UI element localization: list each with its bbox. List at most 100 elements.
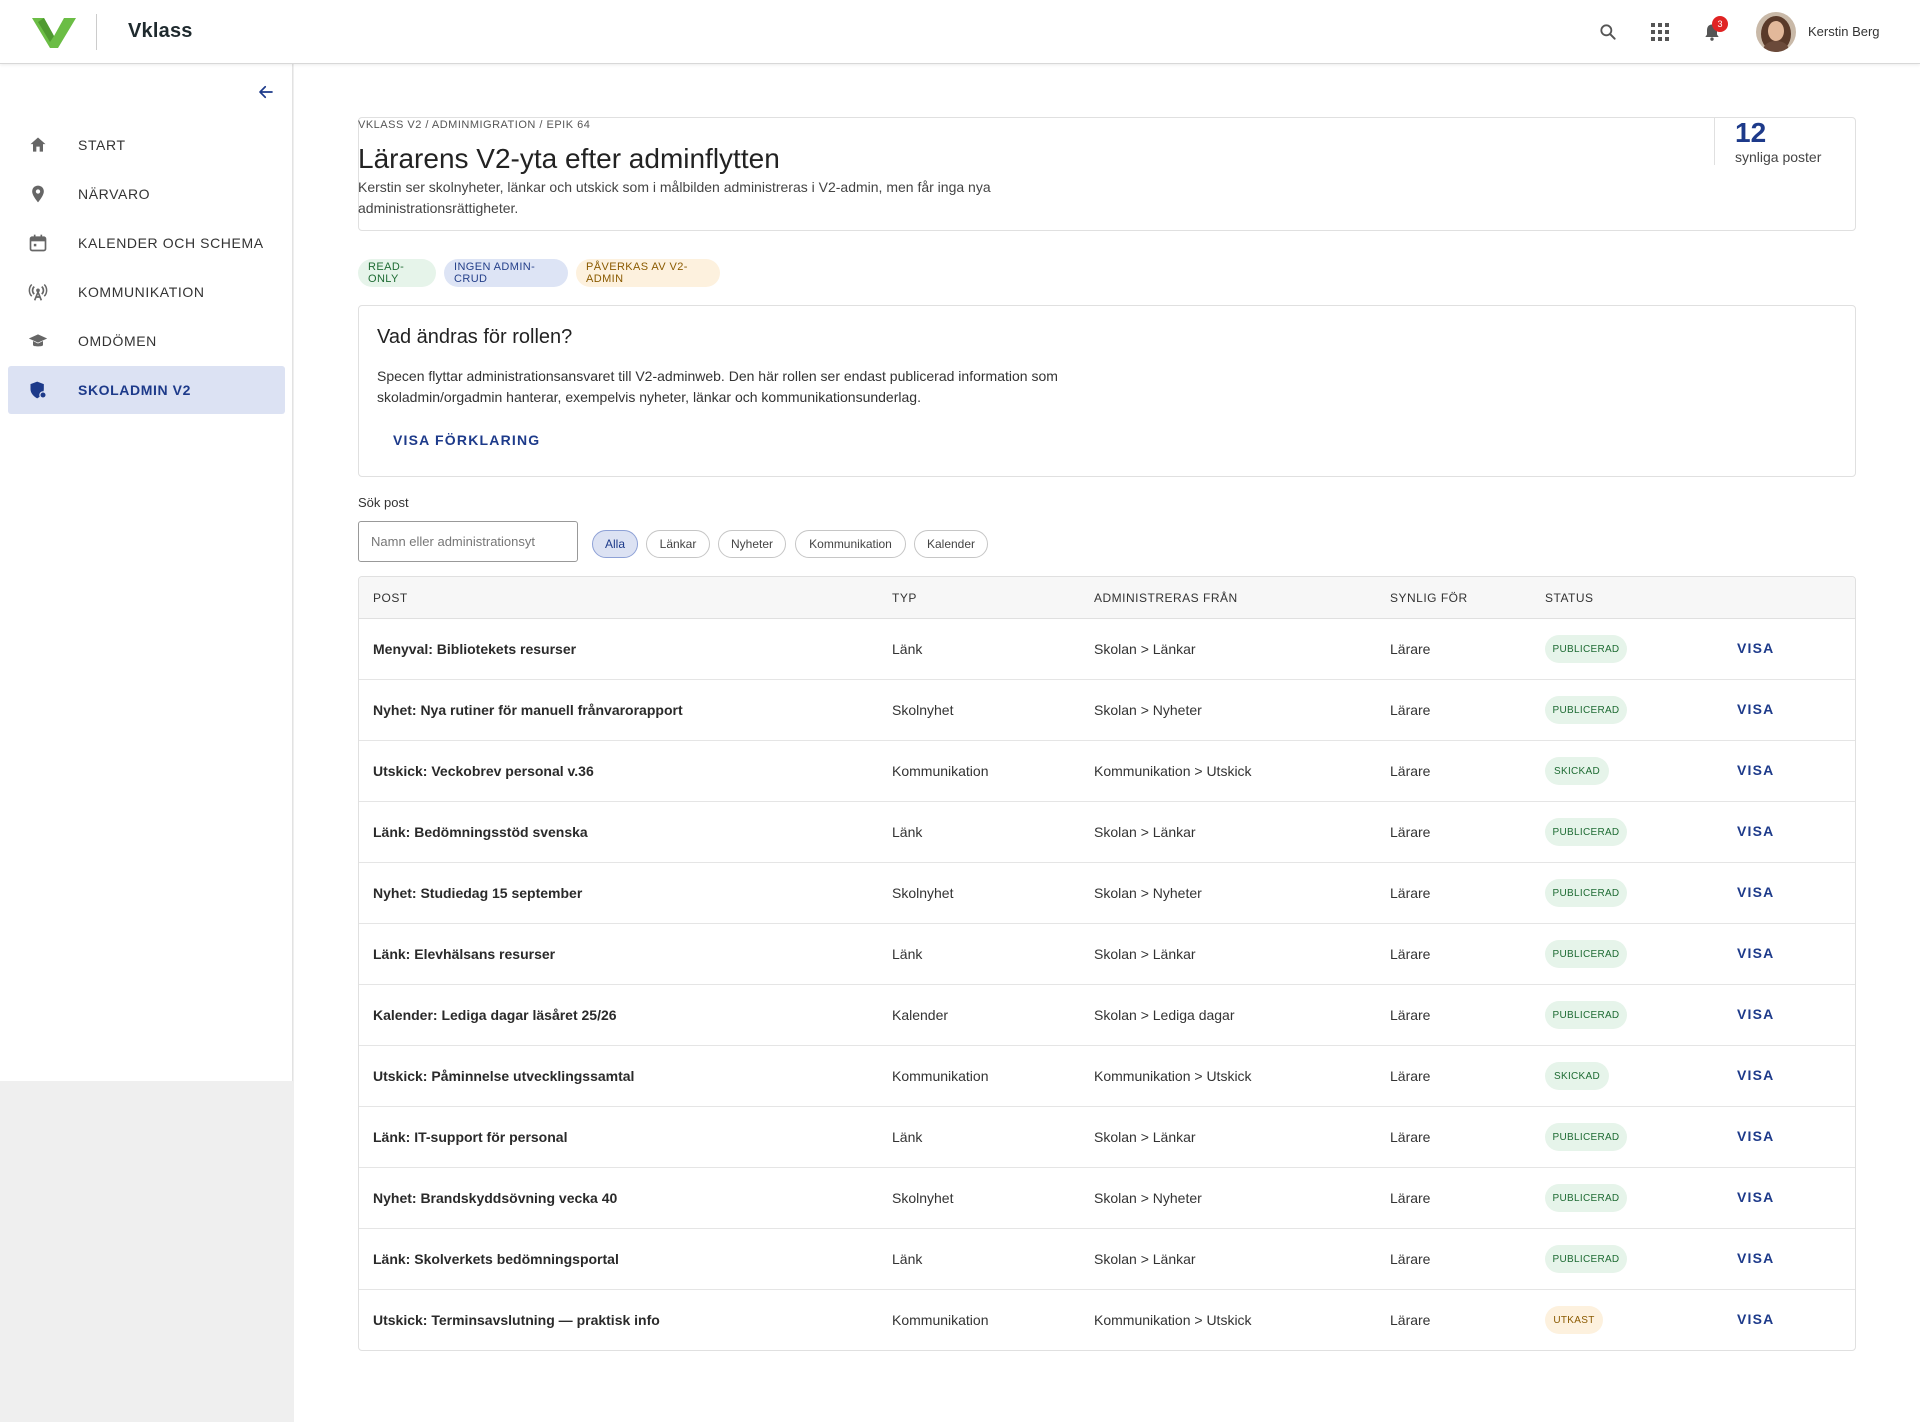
top-header: Vklass 3 Kerstin Berg	[0, 0, 1920, 64]
view-button[interactable]: VISA	[1737, 762, 1774, 778]
calendar-icon	[26, 231, 50, 255]
page-title: Lärarens V2-yta efter adminflytten	[358, 143, 780, 174]
cell-administreras-fran: Skolan > Länkar	[1094, 824, 1196, 840]
sidebar-item-label: KOMMUNIKATION	[78, 284, 205, 300]
cell-synlig-for: Lärare	[1390, 641, 1431, 657]
cell-post: Kalender: Lediga dagar läsåret 25/26	[373, 1007, 617, 1023]
sidebar-item-narvaro[interactable]: NÄRVARO	[8, 170, 285, 218]
view-button[interactable]: VISA	[1737, 1006, 1774, 1022]
cell-typ: Kommunikation	[892, 763, 989, 779]
cell-post: Utskick: Terminsavslutning — praktisk in…	[373, 1312, 660, 1328]
status-badge: PUBLICERAD	[1545, 940, 1627, 968]
show-explanation-button[interactable]: VISA FÖRKLARING	[393, 432, 540, 448]
table-row: Utskick: Påminnelse utvecklingssamtal Kom…	[359, 1046, 1855, 1107]
cell-post: Länk: Bedömningsstöd svenska	[373, 824, 588, 840]
cell-typ: Länk	[892, 641, 923, 657]
cell-post: Länk: Skolverkets bedömningsportal	[373, 1251, 619, 1267]
cell-typ: Kalender	[892, 1007, 949, 1023]
sidebar-item-start[interactable]: START	[8, 121, 285, 169]
cell-typ: Skolnyhet	[892, 885, 954, 901]
table-row: Kalender: Lediga dagar läsåret 25/26 Kale…	[359, 985, 1855, 1046]
status-badge: PUBLICERAD	[1545, 818, 1627, 846]
cell-administreras-fran: Skolan > Nyheter	[1094, 1190, 1202, 1206]
column-header-administreras-fran[interactable]: ADMINISTRERAS FRÅN	[1094, 591, 1238, 605]
view-button[interactable]: VISA	[1737, 1189, 1774, 1205]
table-row: Utskick: Terminsavslutning — praktisk in…	[359, 1290, 1855, 1350]
sidebar-item-kommunikation[interactable]: KOMMUNIKATION	[8, 268, 285, 316]
view-button[interactable]: VISA	[1737, 1311, 1774, 1327]
visible-count-label: synliga poster	[1735, 149, 1822, 165]
filter-chip-nyheter[interactable]: Nyheter	[718, 530, 786, 558]
view-button[interactable]: VISA	[1737, 884, 1774, 900]
affected-by-v2-admin-chip: PÅVERKAS AV V2-ADMIN	[576, 259, 720, 287]
breadcrumb: VKLASS V2 / ADMINMIGRATION / EPIK 64	[358, 119, 591, 131]
cell-post: Utskick: Veckobrev personal v.36	[373, 763, 594, 779]
notifications-button[interactable]: 3	[1698, 16, 1728, 46]
apps-grid-icon[interactable]	[1646, 18, 1674, 46]
search-label: Sök post	[358, 495, 409, 510]
sidebar-item-omdomen[interactable]: OMDÖMEN	[8, 317, 285, 365]
status-badge: PUBLICERAD	[1545, 635, 1627, 663]
cell-synlig-for: Lärare	[1390, 1251, 1431, 1267]
view-button[interactable]: VISA	[1737, 1067, 1774, 1083]
cell-synlig-for: Lärare	[1390, 824, 1431, 840]
cell-synlig-for: Lärare	[1390, 885, 1431, 901]
filter-chip-lankar[interactable]: Länkar	[646, 530, 710, 558]
sidebar-item-kalender[interactable]: KALENDER OCH SCHEMA	[8, 219, 285, 267]
role-change-text: Specen flyttar administrationsansvaret t…	[377, 368, 1058, 405]
column-header-typ[interactable]: TYP	[892, 591, 917, 605]
cell-administreras-fran: Kommunikation > Utskick	[1094, 763, 1252, 779]
table-row: Nyhet: Studiedag 15 september Skolnyhet Sk…	[359, 863, 1855, 924]
column-header-synlig-for[interactable]: SYNLIG FÖR	[1390, 591, 1468, 605]
filter-chip-alla[interactable]: Alla	[592, 530, 638, 558]
view-button[interactable]: VISA	[1737, 701, 1774, 717]
search-icon[interactable]	[1594, 18, 1622, 46]
status-badge: SKICKAD	[1545, 1062, 1609, 1090]
cell-synlig-for: Lärare	[1390, 1068, 1431, 1084]
view-button[interactable]: VISA	[1737, 1250, 1774, 1266]
status-badge: PUBLICERAD	[1545, 1245, 1627, 1273]
status-badge: PUBLICERAD	[1545, 879, 1627, 907]
no-admin-crud-chip: INGEN ADMIN-CRUD	[444, 259, 568, 287]
view-button[interactable]: VISA	[1737, 640, 1774, 656]
sidebar-item-label: START	[78, 137, 126, 153]
page-description: Kerstin ser skolnyheter, länkar och utsk…	[358, 179, 991, 216]
cell-post: Länk: Elevhälsans resurser	[373, 946, 556, 962]
search-input[interactable]	[358, 521, 578, 562]
view-button[interactable]: VISA	[1737, 823, 1774, 839]
cell-administreras-fran: Skolan > Länkar	[1094, 946, 1196, 962]
notification-badge: 3	[1712, 16, 1728, 32]
status-badge: PUBLICERAD	[1545, 1184, 1627, 1212]
view-button[interactable]: VISA	[1737, 1128, 1774, 1144]
column-header-status[interactable]: STATUS	[1545, 591, 1594, 605]
graduation-cap-icon	[26, 329, 50, 353]
sidebar-item-label: OMDÖMEN	[78, 333, 157, 349]
brand-divider	[96, 14, 97, 50]
cell-administreras-fran: Kommunikation > Utskick	[1094, 1068, 1252, 1084]
brand-name: Vklass	[128, 20, 193, 42]
cell-administreras-fran: Skolan > Nyheter	[1094, 702, 1202, 718]
cell-typ: Länk	[892, 1251, 923, 1267]
table-header: POST TYP ADMINISTRERAS FRÅN SYNLIG FÖR S…	[359, 577, 1855, 619]
column-header-post[interactable]: POST	[373, 591, 408, 605]
view-button[interactable]: VISA	[1737, 945, 1774, 961]
cell-synlig-for: Lärare	[1390, 946, 1431, 962]
intro-card: VKLASS V2 / ADMINMIGRATION / EPIK 64 Lär…	[358, 117, 1856, 231]
user-name[interactable]: Kerstin Berg	[1808, 24, 1880, 39]
cell-synlig-for: Lärare	[1390, 1129, 1431, 1145]
avatar[interactable]	[1756, 12, 1796, 52]
cell-synlig-for: Lärare	[1390, 1190, 1431, 1206]
table-row: Länk: Elevhälsans resurser Länk Skolan > L…	[359, 924, 1855, 985]
vklass-logo[interactable]	[30, 14, 78, 50]
cell-synlig-for: Lärare	[1390, 1312, 1431, 1328]
filter-chip-kalender[interactable]: Kalender	[914, 530, 988, 558]
collapse-sidebar-button[interactable]	[252, 78, 280, 106]
filter-chip-kommunikation[interactable]: Kommunikation	[795, 530, 906, 558]
role-change-title: Vad ändras för rollen?	[377, 326, 573, 348]
sidebar-item-skoladmin-v2[interactable]: SKOLADMIN V2	[8, 366, 285, 414]
sidebar-panel: START NÄRVARO KALENDER OCH SCHEMA KOMMUN…	[0, 64, 293, 1081]
cell-typ: Länk	[892, 1129, 923, 1145]
table-row: Menyval: Bibliotekets resurser Länk Skolan…	[359, 619, 1855, 680]
table-row: Länk: Skolverkets bedömningsportal Länk Sk…	[359, 1229, 1855, 1290]
read-only-chip: READ-ONLY	[358, 259, 436, 287]
